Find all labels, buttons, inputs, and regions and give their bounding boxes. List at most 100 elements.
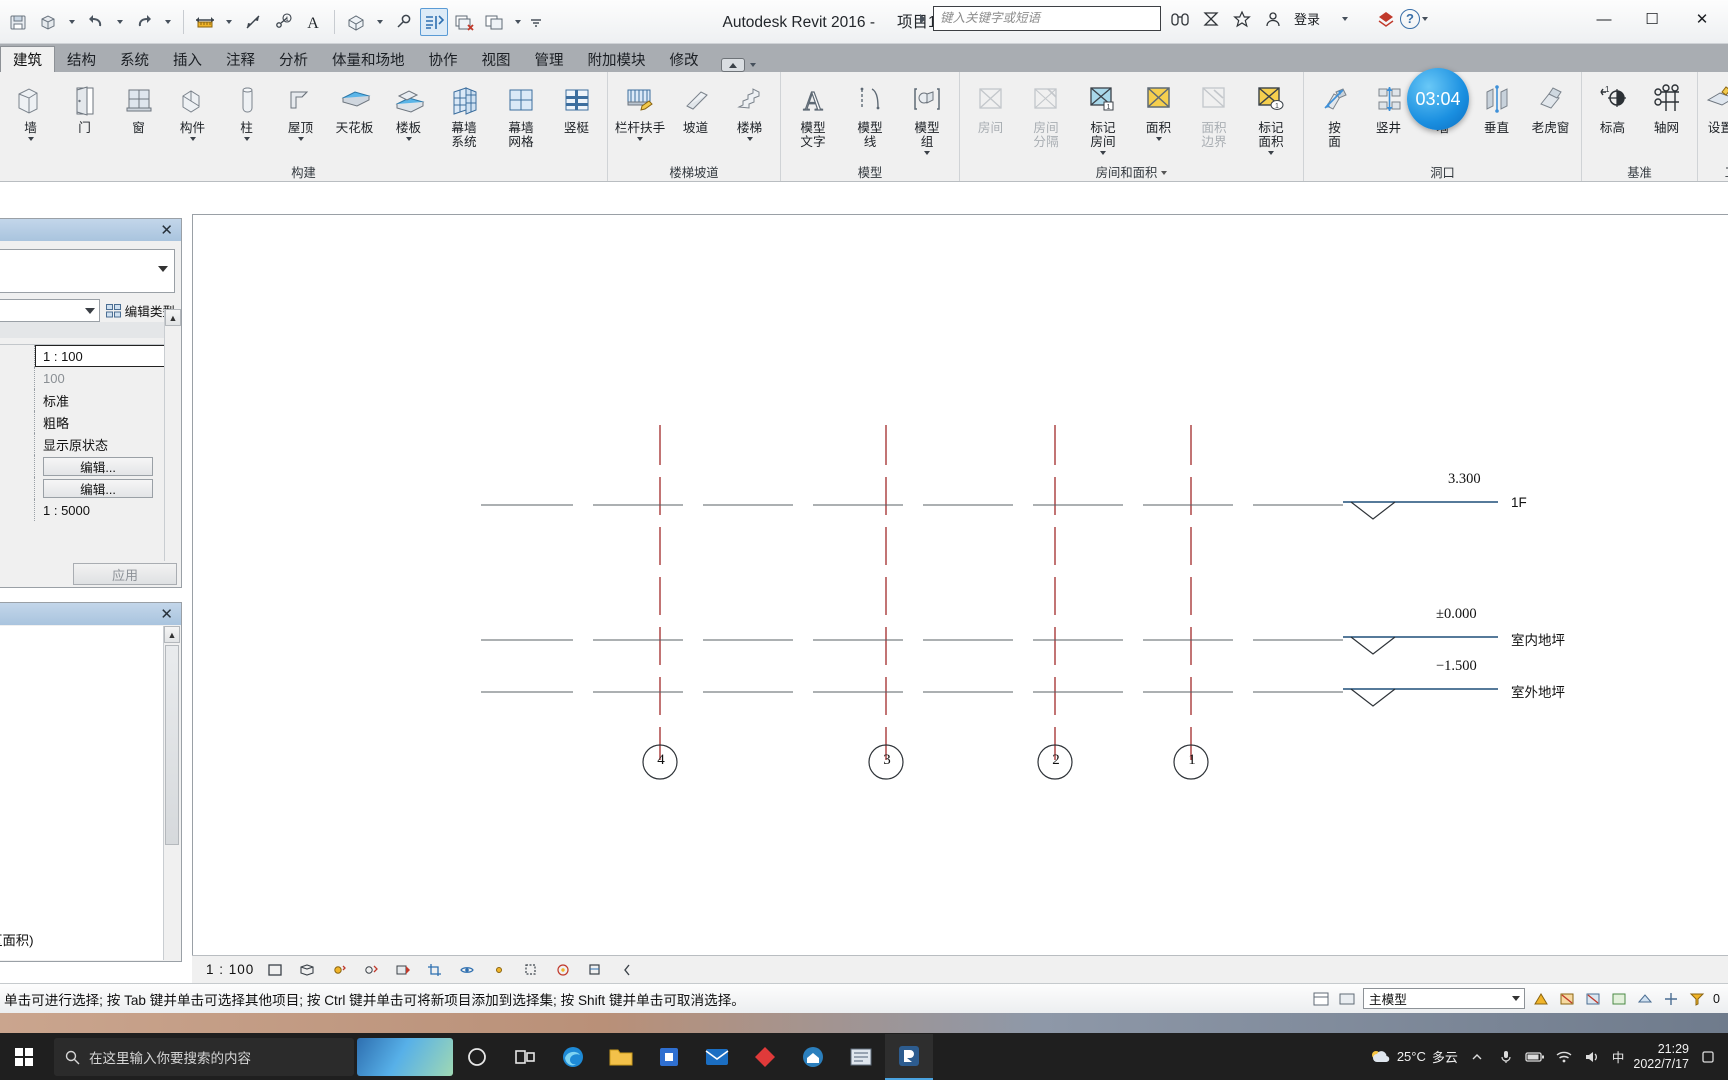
ribbon-button-railing[interactable]: 栏杆扶手 bbox=[612, 76, 668, 160]
project-browser-tree[interactable]: 视图 (全部) 楼层平面 室外地坪 场地平面 天花板平面 三维视图 场地 室内地… bbox=[0, 626, 163, 960]
property-value[interactable]: 1 : 5000 bbox=[35, 499, 181, 521]
ribbon-minimize-icon[interactable] bbox=[720, 58, 745, 72]
ribbon-button-component[interactable]: 构件 bbox=[166, 76, 219, 160]
microsoft-store-icon[interactable] bbox=[645, 1034, 693, 1080]
ribbon-button-floor[interactable]: 楼板 bbox=[382, 76, 435, 160]
redo-icon[interactable] bbox=[130, 8, 158, 36]
drawing-canvas[interactable]: 3.300 1F ±0.000 室内地坪 −1.500 室外地坪 4 3 2 1 bbox=[192, 214, 1728, 960]
chevron-down-icon[interactable] bbox=[405, 137, 412, 141]
expand-icon[interactable] bbox=[616, 960, 638, 980]
measure-icon[interactable] bbox=[191, 8, 219, 36]
star-icon[interactable] bbox=[1230, 7, 1254, 31]
microphone-icon[interactable] bbox=[1496, 1047, 1516, 1067]
ribbon-tab-0[interactable]: 建筑 bbox=[0, 46, 55, 72]
task-view-icon[interactable] bbox=[501, 1034, 549, 1080]
select-links-icon[interactable] bbox=[1583, 989, 1603, 1009]
aligned-dimension-icon[interactable] bbox=[239, 8, 267, 36]
autodesk-360-icon[interactable] bbox=[1199, 7, 1223, 31]
export-dropdown-icon[interactable] bbox=[64, 8, 80, 36]
project-browser-item[interactable]: 室外地坪 bbox=[0, 669, 163, 689]
person-icon[interactable] bbox=[1261, 7, 1285, 31]
taskbar-search-box[interactable]: 在这里输入你要搜索的内容 bbox=[54, 1037, 354, 1076]
project-browser-item[interactable]: 楼层平面 bbox=[0, 649, 163, 669]
switch-windows-dropdown-icon[interactable] bbox=[510, 8, 526, 36]
ribbon-button-by-face[interactable]: 按 面 bbox=[1308, 76, 1361, 160]
ribbon-tab-7[interactable]: 协作 bbox=[417, 46, 470, 72]
filter-icon[interactable] bbox=[1687, 989, 1707, 1009]
property-value[interactable]: 1 : 100 bbox=[35, 345, 177, 367]
design-options-icon[interactable] bbox=[1311, 989, 1331, 1009]
project-browser-item[interactable]: 天花板平面 bbox=[0, 709, 163, 729]
apply-button[interactable]: 应用 bbox=[73, 563, 177, 585]
project-browser-item[interactable]: 南 bbox=[0, 889, 163, 909]
ribbon-button-stair[interactable]: 楼梯 bbox=[723, 76, 776, 160]
property-value[interactable]: 显示原状态 bbox=[35, 433, 181, 455]
file-explorer-icon[interactable] bbox=[597, 1034, 645, 1080]
ribbon-minimize-dropdown-icon[interactable] bbox=[749, 63, 756, 67]
project-browser-scrollbar[interactable]: ▲ bbox=[163, 626, 180, 960]
project-browser-item[interactable]: 场地 bbox=[0, 749, 163, 769]
ribbon-minimize-control[interactable] bbox=[720, 58, 756, 72]
ribbon-tab-8[interactable]: 视图 bbox=[470, 46, 523, 72]
qat-customize-icon[interactable] bbox=[528, 8, 544, 36]
ribbon-button-vertical-opening[interactable]: 垂直 bbox=[1470, 76, 1523, 160]
section-icon[interactable] bbox=[390, 8, 418, 36]
ribbon-button-ramp[interactable]: 坡道 bbox=[669, 76, 722, 160]
ime-indicator[interactable]: 中 bbox=[1612, 1047, 1625, 1066]
signin-dropdown-icon[interactable] bbox=[1333, 7, 1357, 31]
select-face-icon[interactable] bbox=[1635, 989, 1655, 1009]
temporary-hide-isolate-icon[interactable] bbox=[488, 960, 510, 980]
ribbon-button-area[interactable]: 面积 bbox=[1132, 76, 1185, 160]
exclude-pinned-icon[interactable] bbox=[1557, 989, 1577, 1009]
ribbon-tab-4[interactable]: 注释 bbox=[214, 46, 267, 72]
close-button[interactable]: ✕ bbox=[1676, 0, 1728, 38]
weather-widget[interactable]: 25°C 多云 bbox=[1369, 1047, 1458, 1066]
volume-icon[interactable] bbox=[1583, 1047, 1603, 1067]
screen-recording-timer[interactable]: 03:04 bbox=[1407, 68, 1469, 130]
property-value[interactable]: 编辑... bbox=[35, 477, 181, 499]
undo-dropdown-icon[interactable] bbox=[112, 8, 128, 36]
properties-close-icon[interactable]: ✕ bbox=[160, 221, 177, 239]
undo-icon[interactable] bbox=[82, 8, 110, 36]
property-value[interactable]: 粗略 bbox=[35, 411, 181, 433]
rendering-dialog-icon[interactable] bbox=[392, 960, 414, 980]
tag-icon[interactable]: 1 bbox=[269, 8, 297, 36]
detail-level-icon[interactable] bbox=[264, 960, 286, 980]
ribbon-button-model-line[interactable]: 模型 线 bbox=[842, 76, 898, 160]
revit-icon[interactable] bbox=[885, 1033, 933, 1080]
visual-style-icon[interactable] bbox=[296, 960, 318, 980]
property-edit-button[interactable]: 编辑... bbox=[43, 478, 153, 498]
ribbon-button-shaft[interactable]: 竖井 bbox=[1362, 76, 1415, 160]
switch-windows-icon[interactable] bbox=[480, 8, 508, 36]
project-browser-close-icon[interactable]: ✕ bbox=[160, 605, 177, 623]
application-menu-button[interactable] bbox=[4, 8, 32, 36]
home-app-icon[interactable] bbox=[789, 1034, 837, 1080]
search-input[interactable]: 键入关键字或短语 bbox=[932, 6, 1161, 31]
measure-dropdown-icon[interactable] bbox=[221, 8, 237, 36]
project-browser-item[interactable]: 室外地坪 bbox=[0, 789, 163, 809]
crop-view-icon[interactable] bbox=[424, 960, 446, 980]
binoculars-icon[interactable] bbox=[1168, 7, 1192, 31]
panel-expand-icon[interactable] bbox=[1161, 170, 1168, 175]
drag-elements-icon[interactable] bbox=[1661, 989, 1681, 1009]
ribbon-tab-1[interactable]: 结构 bbox=[55, 46, 108, 72]
view3d-dropdown-icon[interactable] bbox=[372, 8, 388, 36]
close-hidden-windows-icon[interactable] bbox=[450, 8, 478, 36]
show-crop-region-icon[interactable] bbox=[456, 960, 478, 980]
browser-scroll-thumb[interactable] bbox=[165, 645, 179, 845]
project-browser-item[interactable]: 立面 (建筑立面) bbox=[0, 829, 163, 849]
view-scale-label[interactable]: 1 : 100 bbox=[206, 962, 254, 977]
exchange-apps-icon[interactable] bbox=[1374, 7, 1398, 31]
minimize-button[interactable]: — bbox=[1580, 0, 1628, 38]
chevron-down-icon[interactable] bbox=[297, 137, 304, 141]
search-expander-icon[interactable] bbox=[919, 13, 926, 24]
ribbon-tab-6[interactable]: 体量和场地 bbox=[320, 46, 417, 72]
maximize-button[interactable]: ☐ bbox=[1628, 0, 1676, 38]
view-selector-combo[interactable] bbox=[0, 299, 100, 322]
ribbon-button-wall[interactable]: 墙 bbox=[4, 76, 57, 160]
active-design-option-icon[interactable] bbox=[1337, 989, 1357, 1009]
property-value[interactable]: 标准 bbox=[35, 389, 181, 411]
project-browser-item[interactable]: 屋顶平面 bbox=[0, 809, 163, 829]
ribbon-button-door[interactable]: 门 bbox=[58, 76, 111, 160]
start-button[interactable] bbox=[0, 1034, 48, 1080]
